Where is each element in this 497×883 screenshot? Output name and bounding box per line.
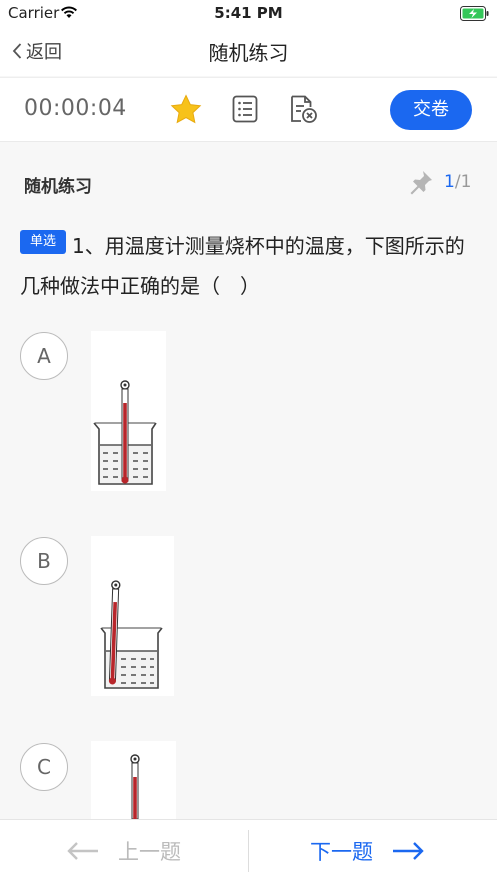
pin-icon[interactable] — [408, 169, 434, 195]
previous-question-button[interactable]: 上一题 — [66, 836, 181, 866]
page-title: 随机练习 — [208, 41, 289, 65]
battery-charging-icon — [460, 6, 489, 21]
progress-total: 1 — [460, 172, 472, 192]
arrow-right-icon — [393, 842, 424, 860]
status-bar: Carrier 5:41 PM — [0, 0, 497, 28]
next-question-button[interactable]: 下一题 — [310, 836, 425, 866]
clock-label: 5:41 PM — [214, 4, 283, 22]
section-title: 随机练习 — [24, 177, 92, 197]
question-list-icon[interactable] — [232, 95, 258, 123]
question-progress: 1/1 — [444, 172, 471, 192]
bottom-divider — [248, 830, 249, 872]
arrow-left-icon — [67, 842, 98, 860]
option-a-button[interactable]: A — [20, 332, 68, 380]
option-a-image[interactable] — [91, 331, 166, 491]
option-b-image[interactable] — [91, 536, 174, 696]
elapsed-timer: 00:00:04 — [24, 96, 127, 121]
clear-answers-icon[interactable] — [289, 94, 319, 124]
option-b-button[interactable]: B — [20, 537, 68, 585]
option-c-button[interactable]: C — [20, 743, 68, 791]
star-favorite-icon[interactable] — [170, 94, 202, 125]
exam-toolbar: 00:00:04 交卷 — [0, 77, 497, 142]
progress-current: 1 — [444, 172, 455, 192]
previous-question-label: 上一题 — [118, 840, 181, 864]
next-question-label: 下一题 — [310, 840, 373, 864]
question-text: 1、用温度计测量烧杯中的温度，下图所示的几种做法中正确的是（ ） — [20, 234, 465, 298]
navigation-bar: 返回 随机练习 — [0, 28, 497, 76]
bottom-navigation: 上一题 下一题 — [0, 819, 497, 883]
submit-exam-button[interactable]: 交卷 — [390, 90, 472, 130]
option-c-image[interactable] — [91, 741, 176, 819]
